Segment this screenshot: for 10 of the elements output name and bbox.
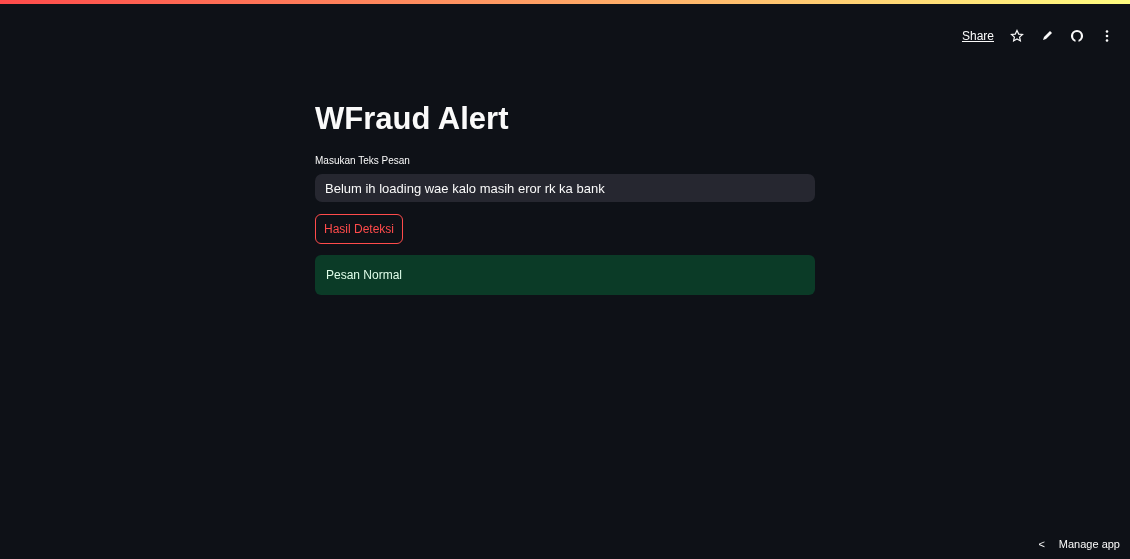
detect-button[interactable]: Hasil Deteksi — [315, 214, 404, 245]
chevron-icon[interactable]: < — [1038, 535, 1045, 552]
pencil-icon[interactable] — [1040, 29, 1054, 43]
star-icon[interactable] — [1010, 29, 1024, 43]
field-label: Masukan Teks Pesan — [315, 154, 411, 169]
manage-app-link[interactable]: Manage app — [1058, 535, 1120, 552]
share-link[interactable]: Share — [961, 27, 994, 45]
text-input-field[interactable]: Belum ih loading wae kalo masih eror rk ka bank — [315, 174, 815, 203]
page-title: WFraud Alert — [315, 100, 510, 138]
result-alert: Pesan Normal — [315, 255, 815, 296]
